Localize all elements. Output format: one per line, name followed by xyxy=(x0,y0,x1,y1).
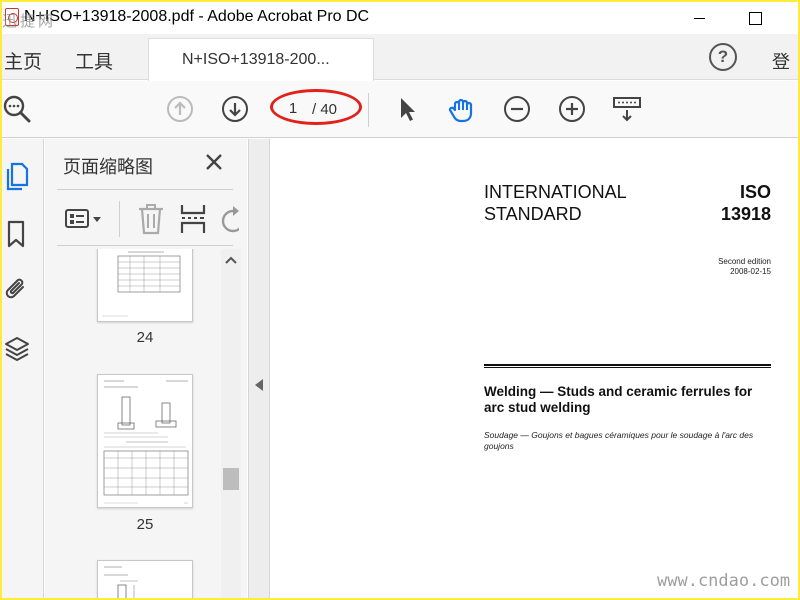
left-nav-rail xyxy=(2,139,44,598)
watermark-top: 迅捷网 xyxy=(2,12,57,30)
thumbnail-page-24[interactable] xyxy=(97,249,193,322)
next-page-button[interactable] xyxy=(220,94,250,124)
hand-icon[interactable] xyxy=(447,94,477,124)
arrow-up-icon xyxy=(167,96,193,122)
minimize-button[interactable] xyxy=(676,2,722,34)
title-rule xyxy=(484,364,771,368)
annotation-circle xyxy=(270,89,362,125)
insert-page-icon[interactable] xyxy=(179,203,207,235)
scrollbar-track[interactable] xyxy=(221,249,241,598)
pointer-icon[interactable] xyxy=(392,94,422,124)
layers-icon[interactable] xyxy=(4,334,30,364)
edition-date: 2008-02-15 xyxy=(730,267,771,276)
tab-home[interactable]: 主页 xyxy=(4,47,42,74)
panel-title: 页面缩略图 xyxy=(63,157,153,177)
rotate-icon[interactable] xyxy=(219,205,239,235)
chevron-up-icon[interactable] xyxy=(221,251,241,271)
maximize-button[interactable] xyxy=(732,2,778,34)
zoom-in-icon[interactable] xyxy=(557,94,587,124)
page-thumbnails-panel: 页面缩略图 24 25 xyxy=(45,139,247,598)
prev-page-button[interactable] xyxy=(165,94,195,124)
document-view[interactable]: INTERNATIONAL STANDARD ISO 13918 Second … xyxy=(271,139,798,598)
panel-divider xyxy=(57,245,233,246)
document-title-french: Soudage — Goujons et bagues céramiques p… xyxy=(484,430,754,451)
panel-toolbar xyxy=(57,195,239,243)
bookmark-icon[interactable] xyxy=(4,219,30,249)
keyboard-icon[interactable] xyxy=(612,94,642,124)
header-right-line2: 13918 xyxy=(720,204,771,224)
scrollbar-thumb[interactable] xyxy=(223,468,239,490)
page-thumbnails-icon[interactable] xyxy=(4,161,30,191)
options-menu-icon[interactable] xyxy=(65,207,105,231)
panel-divider xyxy=(57,189,233,190)
document-title: Welding — Studs and ceramic ferrules for… xyxy=(484,384,753,415)
standard-number-label: ISO 13918 xyxy=(691,181,771,225)
toolbar-divider xyxy=(119,201,120,237)
thumbnail-page-25[interactable] xyxy=(97,374,193,508)
edition-text: Second edition xyxy=(718,257,771,266)
tab-tools[interactable]: 工具 xyxy=(75,47,113,74)
header-right-line1: ISO xyxy=(739,182,771,202)
toolbar-divider xyxy=(368,93,369,127)
help-icon[interactable]: ? xyxy=(709,43,737,71)
trash-icon[interactable] xyxy=(137,203,165,235)
title-bar: N+ISO+13918-2008.pdf - Adobe Acrobat Pro… xyxy=(2,2,798,34)
watermark-bottom: www.cndao.com xyxy=(657,571,791,591)
header-left-line1: INTERNATIONAL xyxy=(484,182,627,202)
search-icon[interactable] xyxy=(2,94,32,124)
thumbnail-page-number: 24 xyxy=(136,329,154,346)
acrobat-window: N+ISO+13918-2008.pdf - Adobe Acrobat Pro… xyxy=(2,2,798,598)
edition-info: Second edition 2008-02-15 xyxy=(671,257,771,277)
attachment-icon[interactable] xyxy=(4,274,30,304)
thumbnail-page-26[interactable] xyxy=(97,560,193,598)
panel-collapse-handle[interactable] xyxy=(248,139,270,598)
zoom-out-icon[interactable] xyxy=(502,94,532,124)
tab-bar: 主页 工具 N+ISO+13918-200... ? 登 xyxy=(2,34,798,81)
window-title: N+ISO+13918-2008.pdf - Adobe Acrobat Pro… xyxy=(24,8,370,25)
thumbnail-page-number: 25 xyxy=(136,516,154,533)
close-icon[interactable] xyxy=(203,151,225,173)
sign-in-button[interactable]: 登 xyxy=(772,48,790,74)
chevron-left-icon[interactable] xyxy=(255,379,263,391)
thumbnail-list: 24 25 xyxy=(45,249,245,598)
header-left-line2: STANDARD xyxy=(484,204,582,224)
document-type-label: INTERNATIONAL STANDARD xyxy=(484,181,664,225)
document-tab-label: N+ISO+13918-200... xyxy=(182,51,330,68)
arrow-down-icon xyxy=(222,96,248,122)
toolbar: / 40 xyxy=(2,81,798,138)
tab-document[interactable]: N+ISO+13918-200... xyxy=(148,38,374,81)
